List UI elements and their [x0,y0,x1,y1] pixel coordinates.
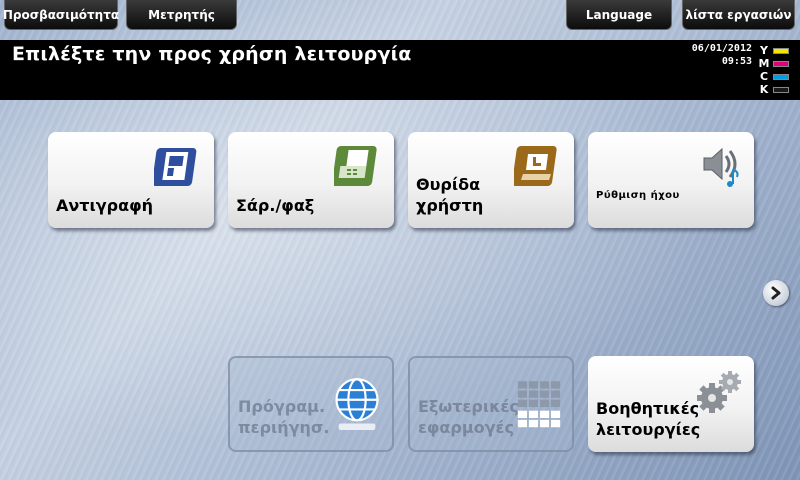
toner-k: K [758,83,794,96]
toner-bar [773,60,789,67]
speaker-icon [703,147,739,187]
date-text: 06/01/2012 [691,43,752,54]
utility-label: Βοηθητικές λειτουργίες [596,398,700,440]
utility-label-line1: Βοηθητικές [596,399,700,418]
toner-bar [773,86,789,93]
utility-label-line2: λειτουργίες [596,420,701,439]
web-browser-label-line2: περιήγησ. [238,418,330,437]
toner-bar [773,47,789,54]
sound-settings-tile[interactable]: Ρύθμιση ήχου [588,132,754,228]
external-apps-label: Εξωτερικές εφαρμογές [418,396,519,438]
web-browser-tile[interactable]: Πρόγραμ. περιήγησ. [228,356,394,452]
time-text: 09:53 [721,56,752,67]
toner-letter: K [759,83,769,96]
job-list-button[interactable]: λίστα εργασιών [682,0,795,30]
header-bar: Επιλέξτε την προς χρήση λειτουργία 06/01… [0,40,800,100]
copy-tile[interactable]: Αντιγραφή [48,132,214,228]
toner-bar [773,73,789,80]
web-browser-label: Πρόγραμ. περιήγησ. [238,396,329,438]
apps-grid-icon [517,381,561,428]
copy-icon [154,148,197,186]
next-page-button[interactable] [763,280,789,306]
toner-levels: Y M C K [758,44,794,96]
external-apps-tile[interactable]: Εξωτερικές εφαρμογές [408,356,574,452]
toner-m: M [758,57,794,70]
globe-icon [335,378,379,430]
user-box-label-line1: Θυρίδα [416,175,481,194]
chevron-right-icon [771,286,781,300]
external-apps-label-line2: εφαρμογές [418,418,514,437]
date-time: 06/01/2012 09:53 [692,42,752,68]
toner-letter: C [759,70,769,83]
user-box-label-line2: χρήστη [416,196,484,215]
external-apps-label-line1: Εξωτερικές [418,397,519,416]
scan-fax-tile[interactable]: Σάρ./φαξ [228,132,394,228]
scan-fax-icon [334,146,377,186]
gears-icon [697,371,741,413]
toner-c: C [758,70,794,83]
sound-settings-label: Ρύθμιση ήχου [596,190,680,201]
language-button[interactable]: Language [566,0,672,30]
toner-letter: M [758,57,770,70]
user-box-icon [514,146,557,186]
accessibility-button[interactable]: Προσβασιμότητα [3,0,119,30]
counter-button[interactable]: Μετρητής [126,0,237,30]
toner-letter: Y [760,44,768,57]
page-title: Επιλέξτε την προς χρήση λειτουργία [12,43,412,65]
web-browser-label-line1: Πρόγραμ. [238,397,326,416]
toner-y: Y [758,44,794,57]
scan-fax-label: Σάρ./φαξ [236,196,315,215]
user-box-tile[interactable]: Θυρίδα χρήστη [408,132,574,228]
copy-label: Αντιγραφή [56,196,153,215]
utility-tile[interactable]: Βοηθητικές λειτουργίες [588,356,754,452]
user-box-label: Θυρίδα χρήστη [416,174,483,216]
